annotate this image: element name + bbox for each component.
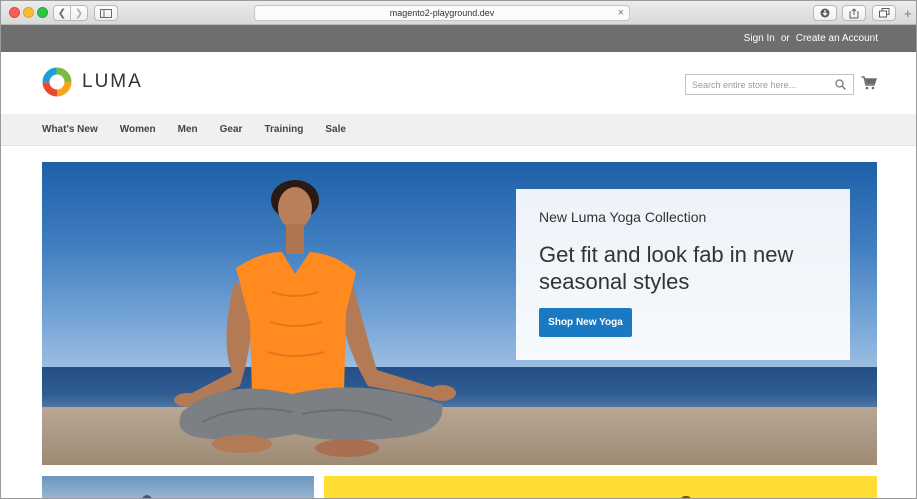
teaser-image-fragment — [142, 495, 152, 498]
promo-box: New Luma Yoga Collection Get fit and loo… — [516, 189, 850, 360]
cart-icon[interactable] — [861, 76, 877, 90]
forward-button[interactable]: ❯ — [70, 5, 88, 21]
site-header: LUMA — [1, 52, 916, 114]
promo-title: Get fit and look fab in new seasonal sty… — [539, 242, 794, 294]
chevron-left-icon: ❮ — [57, 7, 67, 19]
minimize-window-button[interactable] — [23, 7, 34, 18]
share-button[interactable] — [842, 5, 866, 21]
close-icon[interactable]: × — [618, 7, 624, 19]
customer-links: Sign In or Create an Account — [744, 33, 878, 44]
nav-item-gear[interactable]: Gear — [220, 124, 243, 135]
hero-banner[interactable]: New Luma Yoga Collection Get fit and loo… — [42, 162, 877, 465]
page-frame: ❮ ❯ magento2-playground.dev × + Sign In … — [0, 0, 917, 499]
nav-item-training[interactable]: Training — [264, 124, 303, 135]
main-navigation: What's New Women Men Gear Training Sale — [1, 114, 916, 146]
search-icon[interactable] — [835, 79, 846, 90]
create-account-link[interactable]: Create an Account — [796, 33, 878, 44]
sidebar-icon — [100, 8, 112, 18]
logo-text: LUMA — [82, 71, 143, 92]
address-url: magento2-playground.dev — [389, 8, 495, 18]
sidebar-toggle-button[interactable] — [94, 5, 118, 21]
close-window-button[interactable] — [9, 7, 20, 18]
teaser-block-right[interactable] — [324, 476, 877, 498]
search-input[interactable] — [686, 75, 826, 95]
chevron-right-icon: ❯ — [74, 7, 84, 19]
promo-subtitle: New Luma Yoga Collection — [539, 209, 707, 225]
download-icon — [820, 8, 830, 18]
nav-item-women[interactable]: Women — [120, 124, 156, 135]
luma-logo-icon — [42, 67, 72, 97]
tabs-icon — [878, 8, 889, 18]
teaser-block-left[interactable] — [42, 476, 314, 498]
nav-item-whats-new[interactable]: What's New — [42, 124, 98, 135]
tab-overview-button[interactable] — [872, 5, 896, 21]
shop-new-yoga-button[interactable]: Shop New Yoga — [539, 308, 632, 337]
zoom-window-button[interactable] — [37, 7, 48, 18]
share-icon — [849, 7, 859, 18]
store-logo[interactable]: LUMA — [42, 67, 143, 97]
panel-header: Sign In or Create an Account — [1, 25, 916, 52]
new-tab-button[interactable]: + — [904, 6, 912, 21]
or-separator: or — [780, 33, 790, 44]
downloads-button[interactable] — [813, 5, 837, 21]
back-button[interactable]: ❮ — [53, 5, 71, 21]
search-box — [685, 74, 854, 95]
nav-item-sale[interactable]: Sale — [325, 124, 346, 135]
yoga-woman-image — [174, 180, 456, 457]
nav-item-men[interactable]: Men — [178, 124, 198, 135]
address-bar[interactable]: magento2-playground.dev × — [254, 5, 630, 21]
browser-toolbar: ❮ ❯ magento2-playground.dev × + — [1, 1, 916, 25]
sign-in-link[interactable]: Sign In — [744, 33, 775, 44]
